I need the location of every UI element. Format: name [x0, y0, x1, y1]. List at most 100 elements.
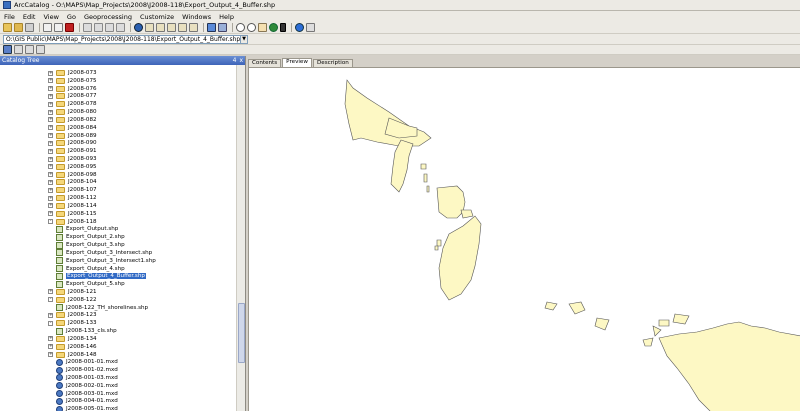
menu-go[interactable]: Go — [67, 13, 76, 21]
expand-icon[interactable]: + — [48, 148, 53, 154]
tree-item[interactable]: Export_Output_4_Buffer.shp — [56, 272, 146, 280]
tree-item[interactable]: + J2008-080 — [48, 108, 97, 116]
menu-windows[interactable]: Windows — [182, 13, 211, 21]
tree-item[interactable]: Export_Output_3_Intersect1.shp — [56, 257, 156, 265]
tree-item[interactable]: + J2008-093 — [48, 155, 97, 163]
expand-icon[interactable]: + — [48, 140, 53, 146]
collapse-icon[interactable]: - — [48, 219, 53, 225]
menu-customize[interactable]: Customize — [140, 13, 174, 21]
close-icon[interactable]: x — [239, 57, 243, 64]
expand-icon[interactable]: + — [48, 336, 53, 342]
preview-map[interactable] — [249, 68, 800, 411]
tree-item[interactable]: + J2008-084 — [48, 124, 97, 132]
full-extent-icon[interactable] — [269, 23, 278, 32]
tree-item[interactable]: + J2008-090 — [48, 139, 97, 147]
tree-item[interactable]: + J2008-148 — [48, 351, 97, 359]
catalog-tree-scrollbar[interactable] — [236, 65, 245, 411]
catalog-window-icon[interactable] — [145, 23, 154, 32]
scrollbar-thumb[interactable] — [238, 303, 245, 363]
menu-view[interactable]: View — [43, 13, 58, 21]
tree-item[interactable]: J2008-001-02.mxd — [56, 366, 118, 374]
copy-icon[interactable] — [43, 23, 52, 32]
expand-icon[interactable]: + — [48, 289, 53, 295]
tree-item[interactable]: J2008-001-03.mxd — [56, 374, 118, 382]
zoom-in-icon[interactable] — [236, 23, 245, 32]
expand-icon[interactable]: + — [48, 187, 53, 193]
disconnect-folder-icon[interactable] — [25, 23, 34, 32]
search-window-icon[interactable] — [156, 23, 165, 32]
tree-item[interactable]: J2008-133_cls.shp — [56, 327, 117, 335]
expand-icon[interactable]: + — [48, 179, 53, 185]
arctoolbox-icon[interactable] — [167, 23, 176, 32]
tree-item[interactable]: J2008-122_TH_shorelines.shp — [56, 304, 148, 312]
tree-item[interactable]: + J2008-146 — [48, 343, 97, 351]
expand-icon[interactable]: + — [48, 78, 53, 84]
tree-item[interactable]: + J2008-089 — [48, 132, 97, 140]
tree-item[interactable]: + J2008-098 — [48, 171, 97, 179]
menu-geoprocessing[interactable]: Geoprocessing — [84, 13, 132, 21]
large-icons-icon[interactable] — [83, 23, 92, 32]
menu-edit[interactable]: Edit — [23, 13, 36, 21]
expand-icon[interactable]: + — [48, 117, 53, 123]
tree-item[interactable]: + J2008-104 — [48, 178, 97, 186]
preview-pane[interactable] — [248, 67, 800, 411]
menu-help[interactable]: Help — [219, 13, 234, 21]
list-icon[interactable] — [94, 23, 103, 32]
expand-icon[interactable]: + — [48, 352, 53, 358]
tree-item[interactable]: J2008-005-01.mxd — [56, 405, 118, 411]
expand-icon[interactable]: + — [48, 93, 53, 99]
tree-item[interactable]: + J2008-107 — [48, 186, 97, 194]
tree-item[interactable]: + J2008-134 — [48, 335, 97, 343]
pin-icon[interactable]: 4 — [233, 57, 237, 64]
delete-icon[interactable] — [65, 23, 74, 32]
view-metadata-icon[interactable] — [36, 45, 45, 54]
tree-item[interactable]: + J2008-112 — [48, 194, 97, 202]
location-dropdown-arrow-icon[interactable]: ▼ — [241, 34, 248, 44]
import-metadata-icon[interactable] — [25, 45, 34, 54]
tree-item[interactable]: Export_Output.shp — [56, 225, 118, 233]
tree-item[interactable]: + J2008-075 — [48, 77, 97, 85]
tab-preview[interactable]: Preview — [282, 58, 312, 67]
tree-item[interactable]: + J2008-095 — [48, 163, 97, 171]
tree-item[interactable]: + J2008-121 — [48, 288, 97, 296]
tree-item[interactable]: - J2008-133 — [48, 319, 97, 327]
geoprocessing-results-icon[interactable] — [207, 23, 216, 32]
up-one-level-icon[interactable] — [14, 23, 23, 32]
collapse-icon[interactable]: - — [48, 320, 53, 326]
expand-icon[interactable]: + — [48, 211, 53, 217]
tree-item[interactable]: J2008-002-01.mxd — [56, 382, 118, 390]
tree-item[interactable]: Export_Output_5.shp — [56, 280, 125, 288]
tree-item[interactable]: - J2008-118 — [48, 218, 97, 226]
launch-arcmap-icon[interactable] — [134, 23, 143, 32]
collapse-icon[interactable]: - — [48, 297, 53, 303]
expand-icon[interactable]: + — [48, 172, 53, 178]
expand-icon[interactable]: + — [48, 164, 53, 170]
zoom-out-icon[interactable] — [247, 23, 256, 32]
tree-item[interactable]: Export_Output_4.shp — [56, 265, 125, 273]
connect-folder-icon[interactable] — [3, 23, 12, 32]
expand-icon[interactable]: + — [48, 203, 53, 209]
tab-contents[interactable]: Contents — [248, 59, 282, 67]
paste-icon[interactable] — [54, 23, 63, 32]
tree-item[interactable]: Export_Output_3.shp — [56, 241, 125, 249]
export-metadata-icon[interactable] — [14, 45, 23, 54]
expand-icon[interactable]: + — [48, 86, 53, 92]
connect-server-icon[interactable] — [218, 23, 227, 32]
expand-icon[interactable]: + — [48, 344, 53, 350]
tree-item[interactable]: + J2008-076 — [48, 85, 97, 93]
expand-icon[interactable]: + — [48, 312, 53, 318]
tree-item[interactable]: + J2008-115 — [48, 210, 97, 218]
expand-icon[interactable]: + — [48, 195, 53, 201]
tree-item[interactable]: + J2008-077 — [48, 92, 97, 100]
help-icon[interactable] — [295, 23, 304, 32]
tree-item[interactable]: J2008-004-01.mxd — [56, 397, 118, 405]
model-builder-icon[interactable] — [189, 23, 198, 32]
tree-item[interactable]: - J2008-122 — [48, 296, 97, 304]
edit-metadata-icon[interactable] — [3, 45, 12, 54]
details-icon[interactable] — [105, 23, 114, 32]
expand-icon[interactable]: + — [48, 125, 53, 131]
tree-item[interactable]: + J2008-114 — [48, 202, 97, 210]
tree-item[interactable]: + J2008-123 — [48, 311, 97, 319]
python-window-icon[interactable] — [178, 23, 187, 32]
expand-icon[interactable]: + — [48, 70, 53, 76]
